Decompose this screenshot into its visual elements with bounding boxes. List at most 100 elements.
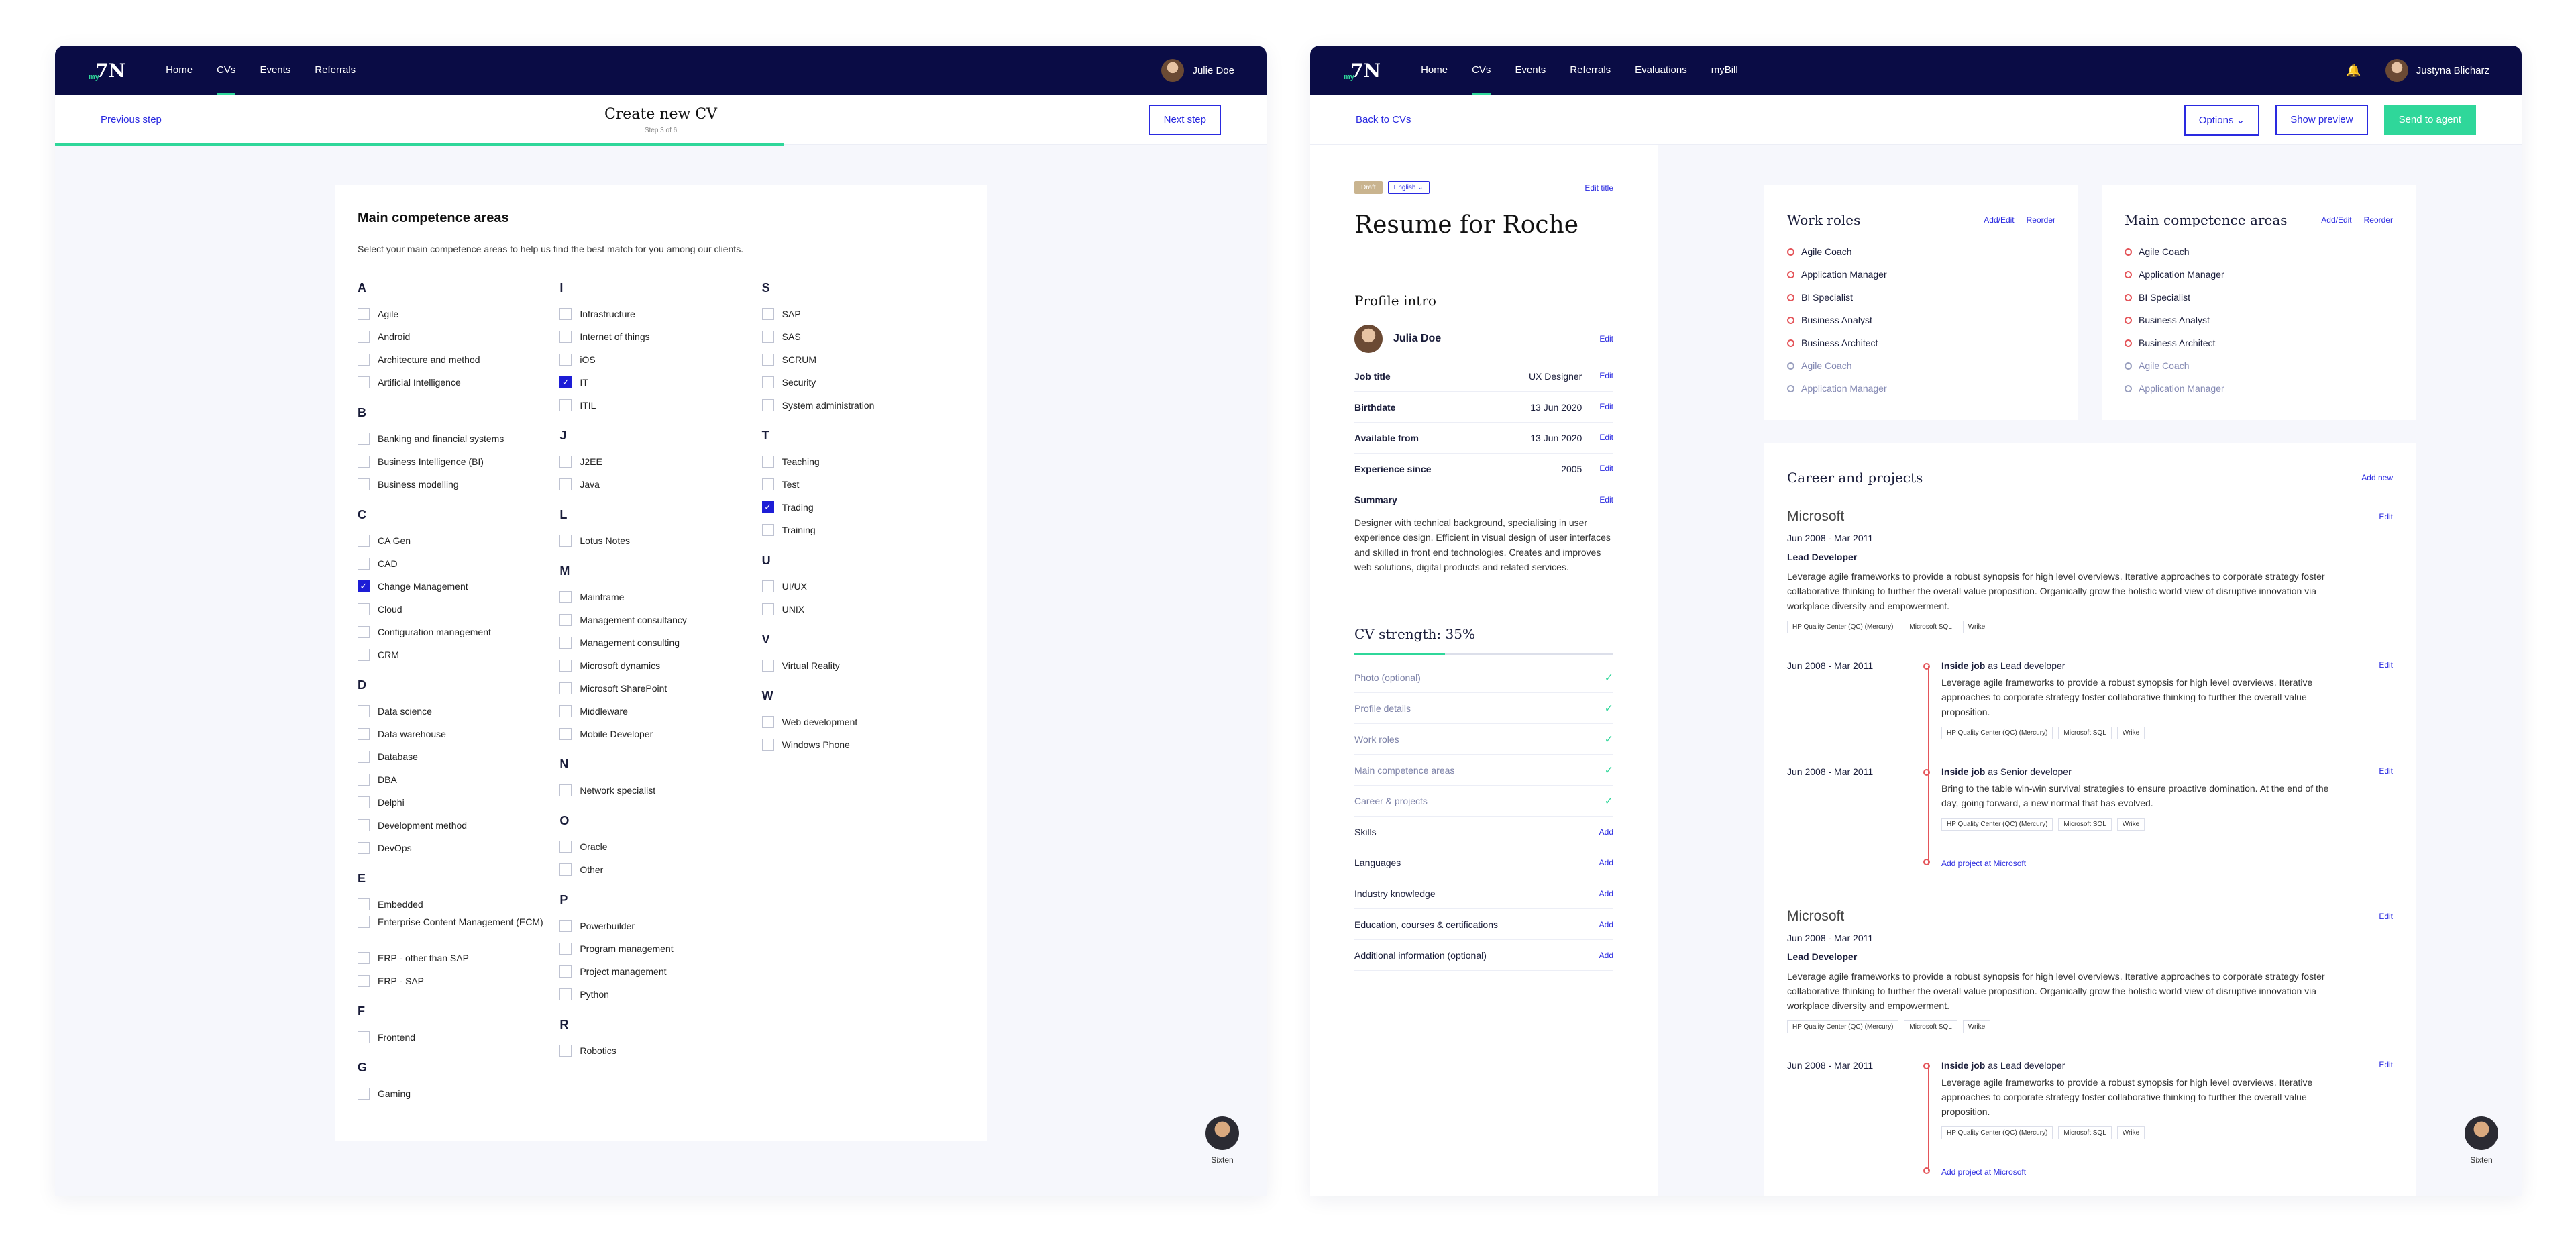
competence-checkbox[interactable]: ✓ Trading (761, 496, 964, 519)
competence-checkbox[interactable]: SCRUM (761, 348, 964, 371)
checkbox-icon[interactable] (559, 705, 572, 717)
competence-checkbox[interactable]: Data warehouse (358, 723, 559, 745)
checkbox-icon[interactable] (559, 988, 572, 1000)
competence-checkbox[interactable]: Oracle (559, 835, 761, 858)
competence-checkbox[interactable]: Agile (358, 303, 559, 325)
checkbox-icon[interactable] (358, 354, 370, 366)
add-link[interactable]: Add (1599, 889, 1613, 898)
checkbox-icon[interactable] (559, 863, 572, 876)
checkbox-icon[interactable] (761, 524, 774, 536)
nav-referrals[interactable]: Referrals (1570, 46, 1611, 95)
nav-mybill[interactable]: myBill (1711, 46, 1738, 95)
next-step-button[interactable]: Next step (1148, 105, 1221, 135)
checkbox-icon[interactable] (761, 660, 774, 672)
checkbox-icon[interactable] (358, 751, 370, 763)
user-menu[interactable]: 🔔 Justyna Blicharz (2346, 59, 2489, 82)
edit-project-link[interactable]: Edit (2379, 660, 2393, 739)
checkbox-icon[interactable] (559, 920, 572, 932)
add-link[interactable]: Add (1599, 920, 1613, 929)
competence-checkbox[interactable]: Python (559, 983, 761, 1006)
competence-reorder[interactable]: Reorder (2364, 215, 2393, 225)
competence-checkbox[interactable]: Artificial Intelligence (358, 371, 559, 394)
competence-checkbox[interactable]: UNIX (761, 598, 964, 621)
edit-project-link[interactable]: Edit (2379, 766, 2393, 831)
checkbox-icon[interactable] (559, 399, 572, 411)
competence-checkbox[interactable]: Middleware (559, 700, 761, 723)
checkbox-icon[interactable] (358, 1088, 370, 1100)
checkbox-icon[interactable] (358, 705, 370, 717)
competence-checkbox[interactable]: CAD (358, 552, 559, 575)
competence-checkbox[interactable]: Training (761, 519, 964, 541)
checkbox-icon[interactable] (761, 603, 774, 615)
competence-checkbox[interactable]: Infrastructure (559, 303, 761, 325)
checkbox-icon[interactable] (358, 456, 370, 468)
competence-checkbox[interactable]: Teaching (761, 450, 964, 473)
competence-checkbox[interactable]: Other (559, 858, 761, 881)
edit-profile-link[interactable]: Edit (1599, 334, 1613, 344)
checkbox-icon[interactable] (559, 614, 572, 626)
checkbox-icon[interactable] (358, 535, 370, 547)
show-preview-button[interactable]: Show preview (2275, 105, 2368, 135)
checkbox-icon[interactable] (559, 1045, 572, 1057)
competence-checkbox[interactable]: Gaming (358, 1082, 559, 1105)
user-menu[interactable]: Julie Doe (1161, 59, 1234, 82)
back-to-cvs-link[interactable]: Back to CVs (1356, 114, 1411, 125)
edit-project-link[interactable]: Edit (2379, 1060, 2393, 1139)
competence-checkbox[interactable]: Internet of things (559, 325, 761, 348)
competence-checkbox[interactable]: Database (358, 745, 559, 768)
competence-checkbox[interactable]: Business Intelligence (BI) (358, 450, 559, 473)
competence-checkbox[interactable]: Mainframe (559, 586, 761, 609)
checkbox-icon[interactable] (358, 308, 370, 320)
competence-checkbox[interactable]: DBA (358, 768, 559, 791)
checkbox-icon[interactable] (559, 535, 572, 547)
competence-checkbox[interactable]: Powerbuilder (559, 914, 761, 937)
edit-company-link[interactable]: Edit (2379, 512, 2393, 521)
competence-checkbox[interactable]: Banking and financial systems (358, 427, 559, 450)
competence-checkbox[interactable]: DevOps (358, 837, 559, 859)
add-link[interactable]: Add (1599, 951, 1613, 960)
checkbox-icon[interactable] (559, 331, 572, 343)
checkbox-icon[interactable] (358, 975, 370, 987)
options-button[interactable]: Options ⌄ (2184, 104, 2260, 136)
nav-events[interactable]: Events (260, 46, 290, 95)
assistant-widget[interactable]: Sixten (2455, 1116, 2508, 1165)
competence-checkbox[interactable]: ERP - other than SAP (358, 947, 559, 969)
checkbox-icon[interactable] (358, 626, 370, 638)
competence-checkbox[interactable]: ITIL (559, 394, 761, 417)
competence-checkbox[interactable]: Architecture and method (358, 348, 559, 371)
competence-checkbox[interactable]: Configuration management (358, 621, 559, 643)
nav-referrals[interactable]: Referrals (315, 46, 356, 95)
nav-home[interactable]: Home (1421, 46, 1448, 95)
checkbox-icon[interactable] (761, 739, 774, 751)
checkbox-icon[interactable] (358, 478, 370, 490)
competence-checkbox[interactable]: Robotics (559, 1039, 761, 1062)
competence-checkbox[interactable]: Management consultancy (559, 609, 761, 631)
add-project-link[interactable]: Add project at Microsoft (1941, 859, 2026, 868)
work-roles-add-edit[interactable]: Add/Edit (1984, 215, 2014, 225)
competence-checkbox[interactable]: Web development (761, 711, 964, 733)
competence-checkbox[interactable]: Windows Phone (761, 733, 964, 756)
checkbox-icon[interactable] (559, 943, 572, 955)
checkbox-icon[interactable] (559, 591, 572, 603)
checked-checkbox-icon[interactable]: ✓ (559, 376, 572, 388)
competence-checkbox[interactable]: Management consulting (559, 631, 761, 654)
competence-checkbox[interactable]: CA Gen (358, 529, 559, 552)
add-link[interactable]: Add (1599, 858, 1613, 868)
competence-checkbox[interactable]: SAP (761, 303, 964, 325)
competence-checkbox[interactable]: Project management (559, 960, 761, 983)
checkbox-icon[interactable] (761, 308, 774, 320)
logo[interactable]: my 7N (89, 60, 125, 82)
competence-checkbox[interactable]: System administration (761, 394, 964, 417)
checkbox-icon[interactable] (761, 331, 774, 343)
competence-checkbox[interactable]: Android (358, 325, 559, 348)
competence-checkbox[interactable]: ERP - SAP (358, 969, 559, 992)
competence-checkbox[interactable]: Test (761, 473, 964, 496)
checkbox-icon[interactable] (358, 433, 370, 445)
competence-add-edit[interactable]: Add/Edit (2321, 215, 2351, 225)
add-new-link[interactable]: Add new (2361, 473, 2393, 482)
competence-checkbox[interactable]: ✓ IT (559, 371, 761, 394)
bell-icon[interactable]: 🔔 (2346, 64, 2361, 78)
checkbox-icon[interactable] (559, 841, 572, 853)
checkbox-icon[interactable] (358, 649, 370, 661)
competence-checkbox[interactable]: Program management (559, 937, 761, 960)
